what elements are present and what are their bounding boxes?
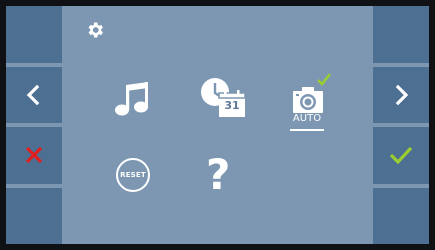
intercom-screen: 31 AUTO RESET ?: [0, 0, 435, 250]
auto-label: AUTO: [292, 113, 322, 124]
date-time-button[interactable]: 31: [199, 76, 247, 120]
reset-label: RESET: [120, 171, 146, 179]
date-time-graphic: 31: [199, 76, 247, 120]
calendar-day: 31: [224, 98, 240, 112]
next-button[interactable]: [373, 66, 429, 123]
right-button-column: [373, 6, 429, 244]
ringtone-button[interactable]: [114, 80, 148, 118]
selected-underline: [290, 129, 324, 131]
menu-area: 31 AUTO RESET ?: [62, 6, 373, 244]
previous-button[interactable]: [6, 66, 62, 123]
left-button-bottom: [6, 187, 62, 244]
gear-icon[interactable]: [85, 20, 105, 40]
help-button[interactable]: ?: [206, 154, 230, 196]
check-icon: [389, 147, 413, 165]
cancel-button[interactable]: [6, 127, 62, 184]
music-note-icon: [115, 82, 148, 116]
close-icon: [25, 147, 43, 164]
auto-capture-button[interactable]: AUTO: [289, 72, 335, 131]
right-button-bottom: [373, 187, 429, 244]
chevron-left-icon: [26, 84, 40, 106]
accept-button[interactable]: [373, 127, 429, 184]
help-icon: ?: [206, 150, 231, 199]
left-button-column: [6, 6, 62, 244]
camera-icon: [293, 73, 332, 113]
check-icon: [317, 73, 332, 86]
left-button-top: [6, 6, 62, 63]
reset-icon: RESET: [116, 158, 150, 192]
chevron-right-icon: [395, 84, 409, 106]
right-button-top: [373, 6, 429, 63]
settings-panel: 31 AUTO RESET ?: [6, 6, 429, 244]
reset-button[interactable]: RESET: [116, 158, 150, 192]
